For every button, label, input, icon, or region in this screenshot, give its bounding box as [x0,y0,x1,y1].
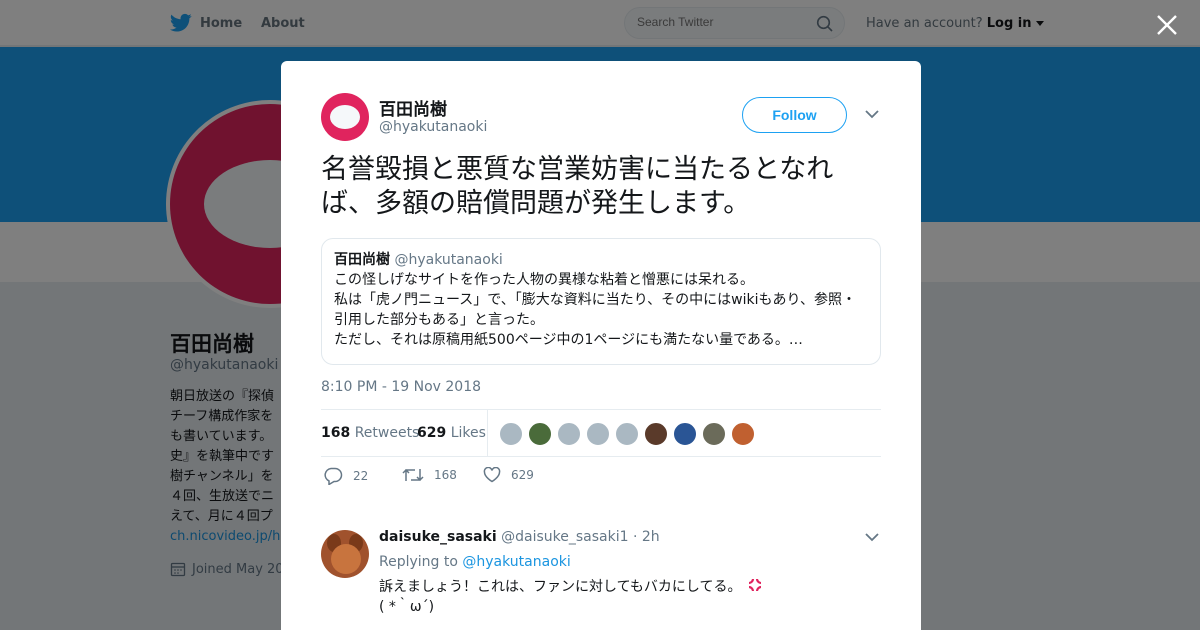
reply-author-name[interactable]: daisuke_sasaki [379,529,497,545]
likes-label: Likes [450,425,486,441]
tweet-author-name[interactable]: 百田尚樹 [379,95,447,120]
chevron-down-icon[interactable] [865,109,879,119]
liker-avatar[interactable] [731,422,755,446]
tweet-stats: 168 Retweets 629 Likes [321,409,881,457]
reply-text: 訴えましょう！これは、ファンに対してもバカにしてる。 ( *｀ω´) [379,576,859,617]
liker-avatar[interactable] [673,422,697,446]
quoted-text-line: この怪しげなサイトを作った人物の異様な粘着と憎悪には呆れる。 [334,272,754,288]
tweet-author-avatar[interactable] [321,93,369,141]
quoted-author-name: 百田尚樹 [334,252,390,268]
close-icon[interactable] [1154,12,1180,38]
quoted-text-line: 私は「虎ノ門ニュース」で、「膨大な資料に当たり、その中にはwikiもあり、参照・ [334,292,856,308]
retweets-stat[interactable]: 168 Retweets [321,425,419,441]
liker-avatar[interactable] [644,422,668,446]
tweet-actions: 22 168 629 [321,465,881,491]
squirrel-face-shape [331,544,361,574]
tweet-text: 名誉毀損と悪質な営業妨害に当たるとなれば、多額の賠償問題が発生します。 [321,154,834,219]
likes-stat[interactable]: 629 Likes [417,425,486,441]
follow-button[interactable]: Follow [742,97,847,133]
retweet-icon [402,468,424,482]
avatar-hole-shape [330,105,360,129]
retweet-count: 168 [434,468,457,482]
reply-count: 22 [353,469,369,483]
tweet-modal: 百田尚樹 @hyakutanaoki Follow 名誉毀損と悪質な営業妨害に当… [281,61,921,630]
quoted-tweet[interactable]: 百田尚樹 @hyakutanaoki この怪しげなサイトを作った人物の異様な粘着… [321,238,881,365]
quoted-text-line: 引用した部分もある」と言った。 [334,312,544,328]
liker-avatar[interactable] [586,422,610,446]
reply-author-avatar[interactable] [321,530,369,578]
stats-divider [487,410,488,456]
chevron-down-icon[interactable] [865,532,879,542]
heart-icon [483,467,501,483]
reply-action[interactable]: 22 [323,467,368,485]
liker-avatar[interactable] [702,422,726,446]
reply-text-line: 訴えましょう！これは、ファンに対してもバカにしてる。 [379,579,742,595]
liker-avatar[interactable] [528,422,552,446]
reply-separator: · [632,529,638,545]
replying-to-prefix: Replying to [379,554,458,570]
tweet-timestamp[interactable]: 8:10 PM - 19 Nov 2018 [321,379,481,395]
quoted-author-handle: @hyakutanaoki [394,252,503,268]
tweet-author-handle[interactable]: @hyakutanaoki [379,119,487,135]
anger-emoji-icon [748,578,762,592]
reply-icon [324,467,343,485]
reply-text-line: ( *｀ω´) [379,599,435,615]
like-action[interactable]: 629 [483,467,534,483]
liker-avatar[interactable] [557,422,581,446]
retweets-count: 168 [321,425,351,441]
likes-count: 629 [417,425,447,441]
liker-avatars [499,422,755,446]
retweets-label: Retweets [354,425,420,441]
reply-time[interactable]: 2h [642,529,660,545]
liker-avatar[interactable] [615,422,639,446]
like-count: 629 [511,468,534,482]
liker-avatar[interactable] [499,422,523,446]
quoted-text-line: ただし、それは原稿用紙500ページ中の1ページにも満たない量である。… [334,332,803,348]
replying-to: Replying to @hyakutanaoki [379,554,571,570]
reply-author-handle[interactable]: @daisuke_sasaki1 [501,529,628,545]
quoted-tweet-header: 百田尚樹 @hyakutanaoki [334,251,868,270]
reply-header: daisuke_sasaki @daisuke_sasaki1 · 2h [379,529,660,545]
retweet-action[interactable]: 168 [402,467,457,483]
replying-to-handle[interactable]: @hyakutanaoki [462,554,570,570]
